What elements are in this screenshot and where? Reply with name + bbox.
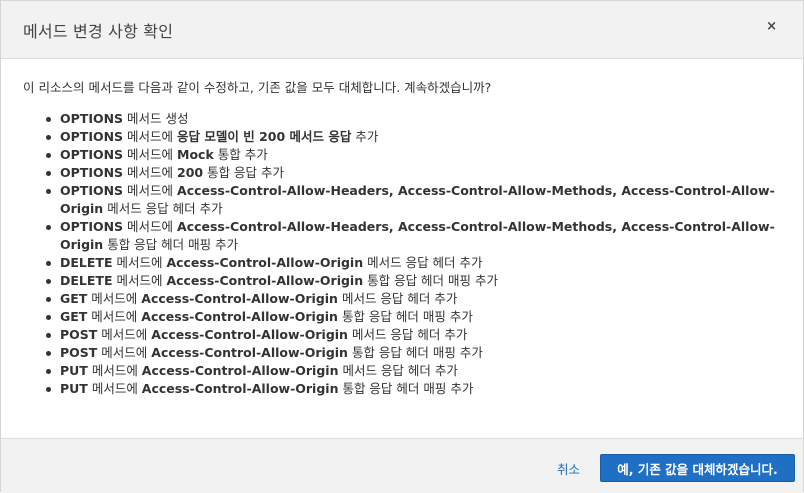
change-item-text: OPTIONS <box>60 111 124 126</box>
change-item-text: OPTIONS <box>60 183 124 198</box>
change-item-text: 메서드에 <box>87 309 142 324</box>
change-item-text: Access-Control-Allow-Origin <box>166 255 364 270</box>
change-item-text: Access-Control-Allow-Origin <box>141 309 338 324</box>
change-item-text: POST <box>60 345 98 360</box>
change-item-text: 통합 응답 헤더 매핑 추가 <box>347 345 483 360</box>
change-item-text: Mock <box>177 147 214 162</box>
change-item-text: 메서드에 <box>112 255 167 270</box>
change-list-item: DELETE 메서드에 Access-Control-Allow-Origin … <box>46 254 783 272</box>
change-item-text: PUT <box>60 381 88 396</box>
changes-list: OPTIONS 메서드 생성 OPTIONS 메서드에 응답 모델이 빈 200 … <box>23 110 783 398</box>
change-item-text: 응답 모델이 빈 200 메서드 응답 <box>177 129 352 144</box>
change-item-text: Access-Control-Allow-Origin <box>141 291 338 306</box>
change-list-item: GET 메서드에 Access-Control-Allow-Origin 통합 … <box>46 308 783 326</box>
change-list-item: POST 메서드에 Access-Control-Allow-Origin 메서… <box>46 326 783 344</box>
change-list-item: PUT 메서드에 Access-Control-Allow-Origin 메서드… <box>46 362 783 380</box>
change-item-text: POST <box>60 327 98 342</box>
cancel-button[interactable]: 취소 <box>557 459 580 478</box>
change-list-item: OPTIONS 메서드에 Access-Control-Allow-Header… <box>46 218 783 254</box>
dialog-body: 이 리소스의 메서드를 다음과 같이 수정하고, 기존 값을 모두 대체합니다.… <box>23 79 783 398</box>
change-item-text: 메서드 생성 <box>123 111 189 126</box>
change-item-text: 추가 <box>351 129 379 144</box>
change-item-text: 메서드에 <box>123 219 178 234</box>
change-list-item: OPTIONS 메서드에 응답 모델이 빈 200 메서드 응답 추가 <box>46 128 783 146</box>
change-item-text: 메서드에 <box>87 363 142 378</box>
change-item-text: 메서드에 <box>87 381 142 396</box>
change-item-text: Access-Control-Allow-Origin <box>151 327 348 342</box>
dialog-title: 메서드 변경 사항 확인 <box>23 22 174 41</box>
change-item-text: 메서드 응답 헤더 추가 <box>363 255 483 270</box>
change-item-text: 메서드에 <box>97 345 152 360</box>
confirm-method-changes-dialog: 메서드 변경 사항 확인 × 이 리소스의 메서드를 다음과 같이 수정하고, … <box>0 0 804 493</box>
change-list-item: DELETE 메서드에 Access-Control-Allow-Origin … <box>46 272 783 290</box>
change-list-item: OPTIONS 메서드 생성 <box>46 110 783 128</box>
change-item-text: PUT <box>60 363 88 378</box>
change-item-text: 메서드에 <box>112 273 167 288</box>
change-list-item: OPTIONS 메서드에 200 통합 응답 추가 <box>46 164 783 182</box>
change-item-text: Access-Control-Allow-Origin <box>141 381 339 396</box>
change-item-text: OPTIONS <box>60 165 124 180</box>
change-item-text: OPTIONS <box>60 129 124 144</box>
confirm-replace-button[interactable]: 예, 기존 값을 대체하겠습니다. <box>600 454 795 482</box>
change-item-text: OPTIONS <box>60 219 124 234</box>
change-item-text: 메서드에 <box>97 327 152 342</box>
change-item-text: 메서드 응답 헤더 추가 <box>103 201 223 216</box>
change-list-item: OPTIONS 메서드에 Mock 통합 추가 <box>46 146 783 164</box>
change-item-text: DELETE <box>60 273 113 288</box>
change-list-item: POST 메서드에 Access-Control-Allow-Origin 통합… <box>46 344 783 362</box>
change-item-text: 메서드 응답 헤더 추가 <box>337 291 458 306</box>
intro-text: 이 리소스의 메서드를 다음과 같이 수정하고, 기존 값을 모두 대체합니다.… <box>23 80 492 95</box>
change-item-text: GET <box>60 309 88 324</box>
change-item-text: 통합 응답 헤더 매핑 추가 <box>363 273 498 288</box>
change-item-text: 통합 응답 헤더 매핑 추가 <box>103 237 239 252</box>
change-item-text: Access-Control-Allow-Origin <box>141 363 339 378</box>
close-icon[interactable]: × <box>766 19 777 34</box>
change-item-text: 메서드에 <box>123 129 178 144</box>
dialog-footer: 취소 예, 기존 값을 대체하겠습니다. <box>1 438 803 493</box>
change-item-text: DELETE <box>60 255 113 270</box>
dialog-header: 메서드 변경 사항 확인 × <box>1 1 803 59</box>
change-item-text: Access-Control-Allow-Origin <box>151 345 348 360</box>
change-item-text: 통합 응답 헤더 매핑 추가 <box>337 309 473 324</box>
change-item-text: 메서드에 <box>123 183 178 198</box>
change-item-text: 200 <box>177 165 204 180</box>
change-item-text: 통합 응답 헤더 매핑 추가 <box>338 381 474 396</box>
change-item-text: GET <box>60 291 88 306</box>
change-list-item: PUT 메서드에 Access-Control-Allow-Origin 통합 … <box>46 380 783 398</box>
change-item-text: 통합 응답 추가 <box>203 165 285 180</box>
change-item-text: 통합 추가 <box>213 147 268 162</box>
change-item-text: 메서드에 <box>123 147 178 162</box>
change-item-text: 메서드에 <box>87 291 142 306</box>
change-item-text: OPTIONS <box>60 147 124 162</box>
change-item-text: 메서드에 <box>123 165 178 180</box>
change-item-text: Access-Control-Allow-Origin <box>166 273 364 288</box>
change-item-text: 메서드 응답 헤더 추가 <box>338 363 458 378</box>
change-list-item: GET 메서드에 Access-Control-Allow-Origin 메서드… <box>46 290 783 308</box>
change-item-text: 메서드 응답 헤더 추가 <box>347 327 468 342</box>
change-list-item: OPTIONS 메서드에 Access-Control-Allow-Header… <box>46 182 783 218</box>
